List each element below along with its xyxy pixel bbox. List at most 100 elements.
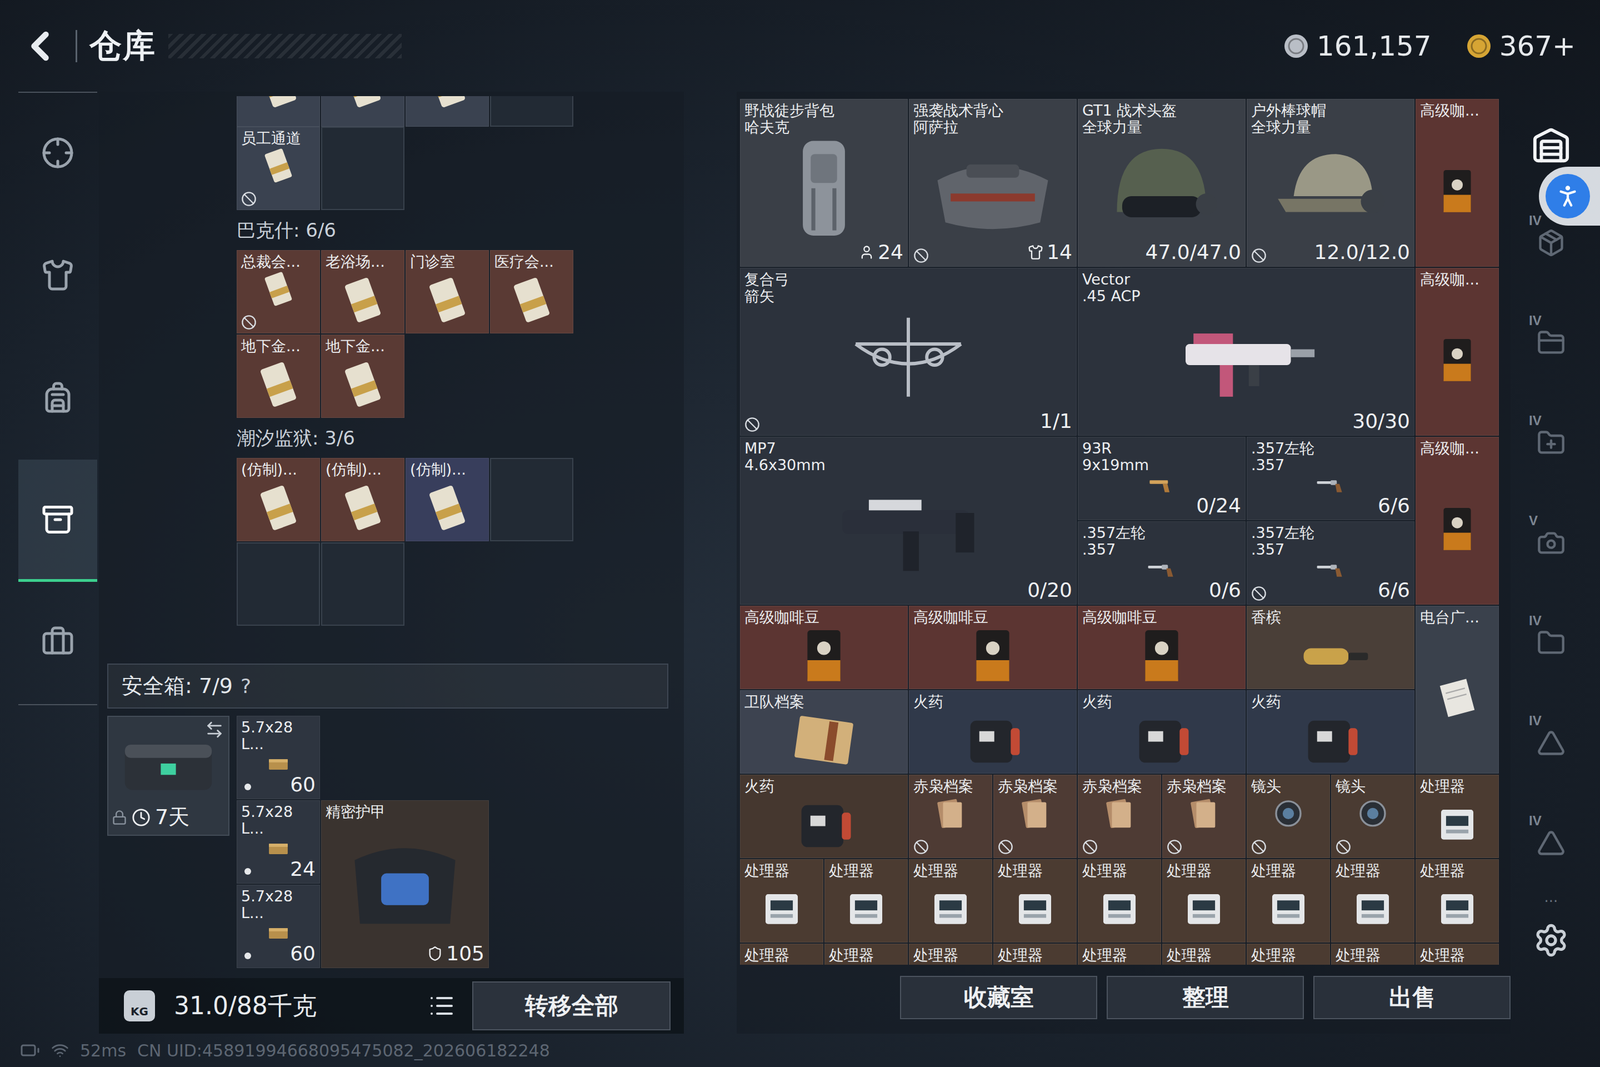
keycard-slot[interactable]: 总裁会... [236,250,320,334]
keycard-slot[interactable]: 地下金... [321,334,405,418]
category-item[interactable]: IV [1523,285,1579,385]
warehouse-item[interactable]: 赤枭档案 [993,774,1077,858]
nav-item[interactable] [18,215,98,338]
swap-badge[interactable] [205,720,224,739]
help-button[interactable]: ? [240,674,252,698]
warehouse-item[interactable]: 镜头 [1331,774,1415,858]
empty-slot[interactable] [321,126,405,210]
action-button[interactable]: 出售 [1313,975,1511,1019]
category-item[interactable]: IV [1523,385,1579,485]
warehouse-item[interactable]: 处理器 [993,943,1077,965]
nav-item[interactable] [18,581,98,704]
warehouse-item[interactable]: 强袭战术背心阿萨拉14 [908,98,1077,267]
warehouse-item[interactable]: 高级咖... [1415,436,1499,605]
safe-item[interactable]: 精密护甲105 [321,800,489,968]
warehouse-item[interactable]: GT1 战术头盔全球力量47.0/47.0 [1077,98,1246,267]
empty-slot[interactable] [490,457,574,542]
warehouse-item[interactable]: 处理器 [824,858,908,943]
warehouse-item[interactable]: 火药 [740,774,908,858]
warehouse-item[interactable]: 火药 [1077,690,1246,774]
warehouse-item[interactable]: 赤枭档案 [1077,774,1162,858]
warehouse-item[interactable]: 93R9x19mm0/24 [1077,436,1246,520]
item-footer: 60 [241,773,316,796]
transfer-all-button[interactable]: 转移全部 [472,981,671,1030]
warehouse-item[interactable]: 火药 [908,690,1077,774]
safe-item[interactable]: 5.7x28L...60 [236,715,320,799]
warehouse-item[interactable]: 处理器 [824,943,908,965]
warehouse-item[interactable]: 处理器 [1415,943,1499,965]
warehouse-item[interactable]: 处理器 [1246,858,1330,943]
warehouse-item[interactable]: 处理器 [1415,774,1499,858]
warehouse-item[interactable]: 处理器 [1415,858,1499,943]
warehouse-item[interactable]: Vector.45 ACP30/30 [1077,267,1415,436]
nav-item[interactable] [18,92,98,215]
category-item[interactable]: IV [1523,585,1579,685]
action-button[interactable]: 整理 [1106,975,1304,1019]
warehouse-item[interactable]: 高级咖啡豆 [1077,605,1246,689]
settings-button[interactable] [1530,921,1573,959]
category-item[interactable]: IV [1523,785,1579,885]
empty-slot[interactable] [490,96,574,127]
warehouse-item[interactable]: .357左轮.3570/6 [1077,521,1246,605]
keycard-slot[interactable]: 门诊室 [405,250,489,334]
empty-slot[interactable] [236,542,320,626]
warehouse-item[interactable]: 香槟 [1246,605,1415,689]
warehouse-item[interactable]: 处理器 [740,943,824,965]
warehouse-item[interactable]: 处理器 [908,858,993,943]
item-label-line: 4.6x30mm [744,456,1073,474]
empty-slot[interactable] [321,542,405,626]
warehouse-item[interactable]: 高级咖啡豆 [740,605,908,689]
keycard-slot[interactable]: (仿制)... [321,457,405,542]
category-item[interactable]: V [1523,485,1579,585]
nav-item[interactable] [18,459,98,582]
warehouse-item[interactable]: 高级咖啡豆 [908,605,1077,689]
warehouse-item[interactable]: 野战徒步背包哈夫克24 [740,98,908,267]
item-count: 47.0/47.0 [1145,241,1242,264]
keycard-slot[interactable]: 地下金... [236,334,320,418]
warehouse-item[interactable]: 户外棒球帽全球力量12.0/12.0 [1246,98,1415,267]
warehouse-item[interactable]: 赤枭档案 [1162,774,1246,858]
warehouse-item[interactable]: 赤枭档案 [908,774,993,858]
warehouse-item[interactable]: 复合弓箭矢1/1 [740,267,1077,436]
warehouse-item[interactable]: .357左轮.3576/6 [1246,521,1415,605]
nav-item[interactable] [18,337,98,460]
safe-item[interactable]: 5.7x28L...60 [236,884,320,968]
list-button[interactable] [422,986,462,1025]
warehouse-item[interactable]: 处理器 [908,943,993,965]
warehouse-item[interactable]: 处理器 [740,858,824,943]
item-label: 镜头 [1251,777,1326,795]
keycard-slot[interactable] [405,96,489,127]
warehouse-item[interactable]: 高级咖... [1415,267,1499,436]
warehouse-item[interactable]: 处理器 [1162,943,1246,965]
warehouse-item[interactable]: 处理器 [1331,858,1415,943]
keycard-slot[interactable]: (仿制)... [236,457,320,542]
warehouse-item[interactable]: 处理器 [1246,943,1330,965]
warehouse-item[interactable]: MP74.6x30mm0/20 [740,436,1077,605]
accessibility-button[interactable] [1538,166,1600,226]
backpack-icon [41,380,75,414]
safe-box[interactable]: 7天 [107,715,230,836]
safe-item[interactable]: 5.7x28L...24 [236,800,320,884]
warehouse-item[interactable]: 处理器 [1162,858,1246,943]
warehouse-button[interactable] [1524,118,1578,174]
back-button[interactable] [16,22,64,70]
warehouse-item[interactable]: 处理器 [1077,943,1162,965]
keycard-slot[interactable]: 老浴场... [321,250,405,334]
keycard-slot[interactable]: (仿制)... [405,457,489,542]
warehouse-item[interactable]: 高级咖... [1415,98,1499,267]
warehouse-item[interactable]: 火药 [1246,690,1415,774]
warehouse-item[interactable]: 电台广... [1415,605,1499,774]
warehouse-item[interactable]: 镜头 [1246,774,1330,858]
category-item[interactable]: IV [1523,685,1579,785]
warehouse-item[interactable]: .357左轮.3576/6 [1246,436,1415,520]
action-button[interactable]: 收藏室 [900,975,1098,1019]
item-label: 强袭战术背心阿萨拉 [913,102,1073,136]
warehouse-item[interactable]: 处理器 [993,858,1077,943]
keycard-slot[interactable] [321,96,405,127]
keycard-slot[interactable]: 员工通道 [236,126,320,210]
keycard-slot[interactable]: 医疗会... [490,250,574,334]
warehouse-item[interactable]: 卫队档案 [740,690,908,774]
keycard-slot[interactable] [236,96,320,127]
warehouse-item[interactable]: 处理器 [1331,943,1415,965]
warehouse-item[interactable]: 处理器 [1077,858,1162,943]
